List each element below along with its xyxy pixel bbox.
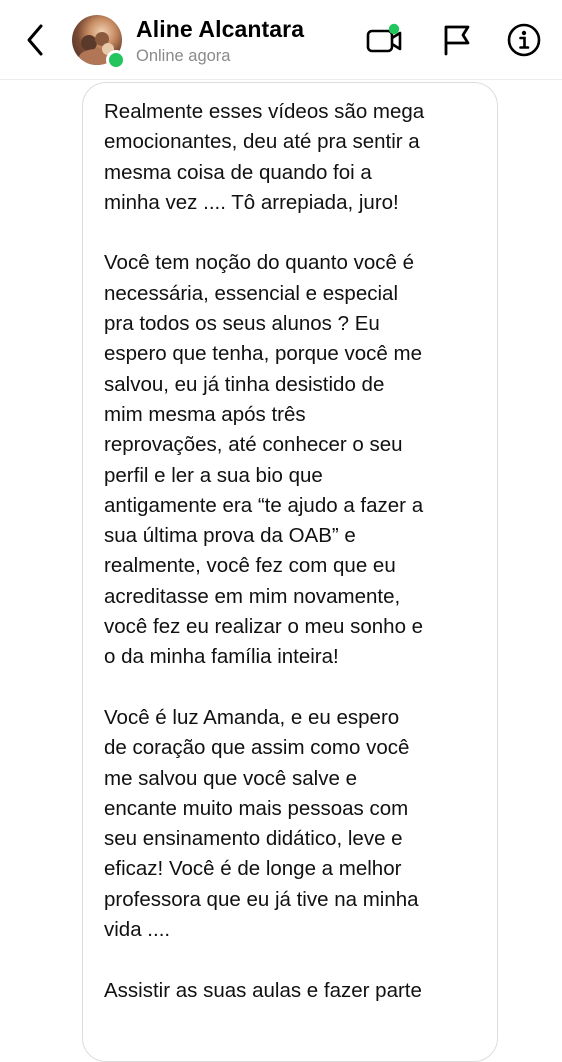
info-icon <box>507 23 541 57</box>
message-line: eficaz! Você é de longe a melhor <box>104 857 402 881</box>
chat-header: Aline Alcantara Online agora <box>0 0 562 80</box>
message-line: seu ensinamento didático, leve e <box>104 827 403 851</box>
message-line: realmente, você fez com que eu <box>104 554 396 578</box>
message-line: encante muito mais pessoas com <box>104 796 409 820</box>
message-line: Assistir as suas aulas e fazer parte <box>104 978 422 1002</box>
chevron-left-icon <box>27 24 43 56</box>
message-line: o da minha família inteira! <box>104 645 339 669</box>
message-line: sua última prova da OAB” e <box>104 524 356 548</box>
message-line: professora que eu já tive na minha <box>104 887 419 911</box>
message-line: Realmente esses vídeos são mega <box>104 100 425 123</box>
message-line: de coração que assim como você <box>104 736 410 760</box>
online-indicator <box>106 50 126 70</box>
message-line: acreditasse em mim novamente, <box>104 584 401 608</box>
video-call-button[interactable] <box>364 20 404 60</box>
message-line: mesma coisa de quando foi a <box>104 160 372 184</box>
info-button[interactable] <box>504 20 544 60</box>
contact-status: Online agora <box>136 47 231 65</box>
message-line: Você tem noção do quanto você é <box>104 251 415 275</box>
contact-name[interactable]: Aline Alcantara <box>136 16 304 43</box>
message-line: emocionantes, deu até pra sentir a <box>104 130 420 154</box>
message-text: Realmente esses vídeos são mega emociona… <box>104 97 492 1006</box>
message-line: salvou, eu já tinha desistido de <box>104 372 385 396</box>
video-call-icon <box>366 23 402 53</box>
flag-icon <box>444 25 470 56</box>
message-line: me salvou que você salve e <box>104 766 357 790</box>
message-line: reprovações, até conhecer o seu <box>104 433 403 457</box>
message-line: minha vez .... Tô arrepiada, juro! <box>104 190 399 214</box>
message-line: antigamente era “te ajudo a fazer a <box>104 493 424 517</box>
report-flag-button[interactable] <box>436 20 476 60</box>
message-line: você fez eu realizar o meu sonho e <box>104 615 424 639</box>
message-line: vida .... <box>104 918 171 942</box>
message-line: espero que tenha, porque você me <box>104 342 422 366</box>
message-line: necessária, essencial e especial <box>104 281 398 305</box>
message-line: pra todos os seus alunos ? Eu <box>104 312 380 336</box>
message-line: mim mesma após três <box>104 402 306 426</box>
message-line: perfil e ler a sua bio que <box>104 463 323 487</box>
back-button[interactable] <box>18 22 52 58</box>
message-line: Você é luz Amanda, e eu espero <box>104 705 400 729</box>
